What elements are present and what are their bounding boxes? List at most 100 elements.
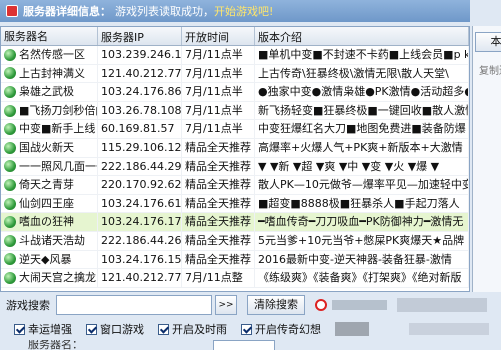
table-row[interactable]: 倚天之青芽 220.170.92.62 精品全天推荐 散人PK—10元做爷—爆率平见—… [1,176,469,195]
server-name-text: 斗战诸天浩劫 [19,233,85,247]
option-checkbox-1[interactable]: 窗口游戏 [86,321,144,337]
option-checkbox-2[interactable]: 开启及时雨 [158,321,227,337]
checkbox-box[interactable] [241,323,252,335]
checkbox-box[interactable] [158,323,169,335]
server-status-icon [4,67,16,80]
server-name-text: 一一照风几面一一 [19,159,97,173]
right-panel-text: 复制送 [479,66,501,77]
server-name-text: 上古封神满义 [19,66,85,80]
cell-open-time: 精品全天推荐 [182,138,255,157]
server-status-icon [4,197,16,210]
server-name-label: 服务器名： [28,340,83,350]
cell-server-name: 大闹天宫之擒龙 [1,269,98,287]
header-server-ip[interactable]: 服务器IP [98,27,182,45]
cell-server-ip: 103.239.246.147 [98,46,182,64]
cell-server-ip: 115.29.106.120 [98,138,182,157]
cell-version-intro: 5元当爹+10元当爷+憋屎PK爽爆天★品牌 [255,231,469,250]
cell-version-intro: 上古传奇\狂暴终极\激情无限\散人天堂\ [255,64,469,83]
cell-open-time: 精品全天推荐 [182,176,255,194]
option-checkbox-0[interactable]: 幸运增强 [14,321,72,337]
option-checkbox-3[interactable]: 开启传奇幻想 [241,321,321,337]
cell-server-ip: 220.170.92.62 [98,176,182,194]
cell-version-intro: ■单机中变■不封速不卡药■上线会员■p k [255,46,469,64]
server-name-text: 名然传感一区 [19,48,85,61]
status-prefix: 游戏列表读取成功， [115,5,214,18]
server-name-text: ■飞扬刀剑秒倍■ [19,103,98,117]
checkbox-box[interactable] [14,323,25,335]
cell-open-time: 7月/11点半 [182,101,255,120]
option-label: 开启及时雨 [172,323,227,336]
table-row[interactable]: 枭雄之武极 103.24.176.86 7月/11点半 ●独家中变●激情枭雄●PK激情… [1,83,469,102]
server-name-text: 倚天之青芽 [19,178,74,192]
table-row[interactable]: 上古封神满义 121.40.212.77 7月/11点半 上古传奇\狂暴终极\激情无限… [1,64,469,84]
cell-open-time: 精品全天推荐 [182,231,255,250]
cell-version-intro: 2016最新中变-逆天神器-装备狂暴-激情 [255,250,469,269]
server-status-icon [4,178,16,191]
cell-server-name: 国战火新天 [1,138,98,157]
server-status-icon [4,253,16,266]
server-name-text: 大闹天宫之擒龙 [19,271,96,285]
checkbox-box[interactable] [86,323,97,335]
cell-server-name: 一一照风几面一一 [1,157,98,176]
server-status-icon [4,85,16,98]
cell-server-name: 名然传感一区 [1,46,98,64]
table-row[interactable]: 仙剑四王座 103.24.176.61 精品全天推荐 ■超变■8888极■狂暴杀人■手… [1,194,469,214]
server-name-text: 枭雄之武极 [19,85,74,99]
cell-server-ip: 121.40.212.77 [98,64,182,83]
server-status-icon [4,160,16,173]
clear-search-button[interactable]: 清除搜索 [247,295,305,315]
cell-open-time: 精品全天推荐 [182,157,255,176]
title-label: 服务器详细信息： [23,5,111,18]
cell-version-intro: ●独家中变●激情枭雄●PK激情●活动超多● [255,83,469,101]
cell-open-time: 精品全天推荐 [182,250,255,269]
cell-server-name: 倚天之青芽 [1,176,98,194]
server-status-icon [4,48,16,61]
server-name-text: 中变■新手上线 [19,122,96,136]
cell-server-name: 嗜血の狂神 [1,213,98,231]
record-radio[interactable] [315,299,327,311]
cell-server-name: 上古封神满义 [1,64,98,83]
table-row[interactable]: 大闹天宫之擒龙 121.40.212.77 7月/11点整 《练级爽》《装备爽》《打架… [1,269,469,288]
table-row[interactable]: 一一照风几面一一222.186.44.29精品全天推荐▼ ▼新 ▼超 ▼爽 ▼中… [1,157,469,177]
blurred-badge [335,322,369,336]
cell-version-intro: 散人PK—10元做爷—爆率平见—加速轻中变 [255,176,469,194]
server-status-icon [4,216,16,229]
cell-server-ip: 103.24.176.86 [98,83,182,101]
cell-server-ip: 222.186.44.29 [98,157,182,176]
table-body: 名然传感一区 103.239.246.147 7月/11点半 ■单机中变■不封速不卡药… [1,46,469,288]
options-bar: 幸运增强 窗口游戏 开启及时雨 开启传奇幻想 [0,320,501,338]
table-row[interactable]: ■飞扬刀剑秒倍■ 103.26.78.108 7月/11点半 新飞扬轻变■狂暴终极■一… [1,101,469,121]
cell-version-intro: 高爆率+火爆人气+PK爽+新版本+大激情 [255,138,469,157]
table-row[interactable]: 中变■新手上线 60.169.81.57 7月/11点半 中变狂爆红名大刀■地图免费进… [1,120,469,139]
table-row[interactable]: 名然传感一区 103.239.246.1477月/11点半■单机中变■不封速不卡药… [1,46,469,65]
cell-version-intro: 新飞扬轻变■狂暴终极■一键回收■散人激情 [255,101,469,120]
table-row[interactable]: 嗜血の狂神 103.24.176.17 精品全天推荐 ━嗜血传奇━刀刀吸血━PK防御神… [1,213,469,232]
app-icon [6,5,18,17]
title-bar: 服务器详细信息： 游戏列表读取成功，开始游戏吧! [0,0,470,22]
status-text: 游戏列表读取成功，开始游戏吧! [115,3,273,19]
option-label: 开启传奇幻想 [255,323,321,336]
server-name-text: 国战火新天 [19,140,74,154]
blurred-text [332,300,387,310]
cell-server-name: 中变■新手上线 [1,120,98,138]
cell-open-time: 精品全天推荐 [182,213,255,231]
cell-server-ip: 103.26.78.108 [98,101,182,120]
header-version-intro[interactable]: 版本介绍 [255,27,469,45]
cell-version-intro: ■超变■8888极■狂暴杀人■手起刀落人 [255,194,469,213]
server-status-icon [4,234,16,247]
cell-server-ip: 121.40.212.77 [98,269,182,287]
cell-open-time: 7月/11点半 [182,83,255,101]
header-open-time[interactable]: 开放时间 [182,27,255,45]
cell-open-time: 7月/11点整 [182,269,255,287]
search-input[interactable] [56,295,212,315]
table-row[interactable]: 斗战诸天浩劫 222.186.44.26 精品全天推荐 5元当爹+10元当爷+憋屎PK… [1,231,469,251]
server-name-text: 仙剑四王座 [19,196,74,210]
search-go-button[interactable]: >> [215,295,237,315]
right-panel-button[interactable]: 本 [475,32,501,52]
table-row[interactable]: 逆天◆风暴 103.24.176.157 精品全天推荐 2016最新中变-逆天神器-装… [1,250,469,270]
header-server-name[interactable]: 服务器名 [1,27,98,45]
server-name-field[interactable] [213,340,275,350]
server-list-table: 服务器名 服务器IP 开放时间 版本介绍 名然传感一区 103.239.246.1… [0,26,470,292]
table-row[interactable]: 国战火新天 115.29.106.120 精品全天推荐 高爆率+火爆人气+PK爽+新版… [1,138,469,158]
cell-server-name: 逆天◆风暴 [1,250,98,269]
